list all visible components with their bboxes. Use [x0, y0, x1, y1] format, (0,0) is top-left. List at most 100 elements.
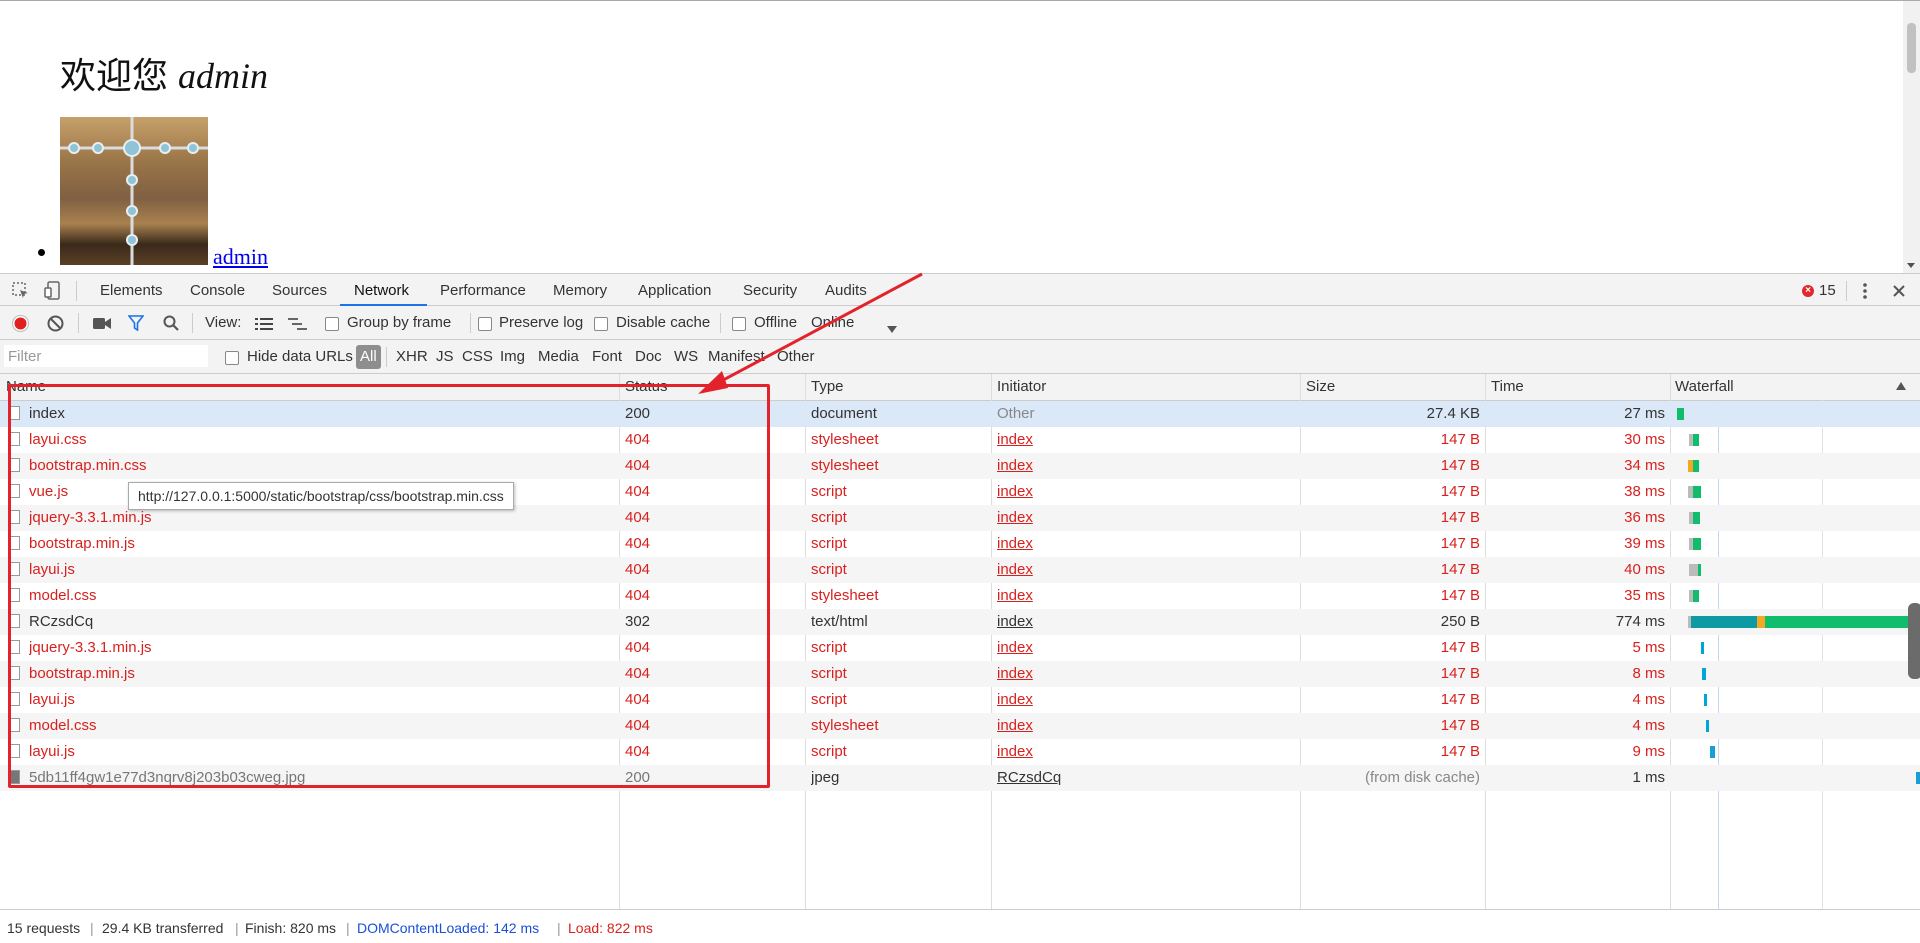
cell-size: 147 B [1440, 431, 1480, 448]
column-size-header[interactable]: Size [1306, 378, 1335, 395]
cell-size: 147 B [1440, 457, 1480, 474]
cell-initiator[interactable]: index [997, 743, 1287, 760]
cell-type: script [811, 691, 847, 708]
column-initiator-header[interactable]: Initiator [997, 378, 1046, 395]
filter-type-js[interactable]: JS [436, 348, 454, 365]
capture-screenshots-icon[interactable] [93, 317, 111, 334]
waterfall-bar [1757, 616, 1765, 628]
filter-input[interactable] [4, 345, 208, 367]
cell-size: 27.4 KB [1426, 405, 1480, 422]
annotation-arrow-icon [698, 272, 923, 394]
cell-time: 4 ms [1632, 717, 1665, 734]
cell-initiator[interactable]: index [997, 717, 1287, 734]
filter-funnel-icon[interactable] [127, 315, 145, 335]
waterfall-bar [1693, 590, 1699, 602]
waterfall-bar [1693, 434, 1699, 446]
cell-size: 147 B [1440, 639, 1480, 656]
waterfall-bar [1693, 460, 1699, 472]
record-icon[interactable] [12, 315, 29, 336]
filter-type-font[interactable]: Font [592, 348, 622, 365]
cell-time: 5 ms [1632, 639, 1665, 656]
cell-initiator[interactable]: index [997, 691, 1287, 708]
tab-console[interactable]: Console [190, 282, 245, 299]
cell-initiator[interactable]: index [997, 509, 1287, 526]
cell-initiator[interactable]: RCzsdCq [997, 769, 1287, 786]
close-icon[interactable] [1892, 284, 1906, 302]
group-by-frame-checkbox[interactable] [325, 317, 339, 331]
tab-memory[interactable]: Memory [553, 282, 607, 299]
waterfall-bar [1706, 720, 1709, 732]
device-toolbar-icon[interactable] [44, 281, 62, 305]
error-icon: × [1802, 284, 1814, 297]
cell-time: 38 ms [1624, 483, 1665, 500]
cell-initiator: Other [997, 405, 1035, 422]
error-counter[interactable]: × 15 [1802, 282, 1836, 299]
cell-initiator[interactable]: index [997, 483, 1287, 500]
status-transferred: 29.4 KB transferred [102, 920, 224, 936]
cell-time: 774 ms [1615, 613, 1665, 630]
filter-type-media[interactable]: Media [538, 348, 579, 365]
url-tooltip: http://127.0.0.1:5000/static/bootstrap/c… [128, 482, 514, 510]
cell-initiator[interactable]: index [997, 561, 1287, 578]
disable-cache-checkbox[interactable] [594, 317, 608, 331]
filter-type-xhr[interactable]: XHR [396, 348, 428, 365]
tab-sources[interactable]: Sources [272, 282, 327, 299]
waterfall-bar [1710, 746, 1715, 758]
clear-icon[interactable] [47, 315, 64, 336]
waterfall-bar [1677, 408, 1684, 420]
cell-type: script [811, 483, 847, 500]
cell-initiator[interactable]: index [997, 665, 1287, 682]
cell-type: stylesheet [811, 431, 879, 448]
cell-initiator[interactable]: index [997, 431, 1287, 448]
more-menu-icon[interactable] [1862, 282, 1868, 304]
preserve-log-checkbox[interactable] [478, 317, 492, 331]
cell-time: 4 ms [1632, 691, 1665, 708]
status-domcontentloaded: DOMContentLoaded: 142 ms [357, 920, 540, 936]
cell-initiator[interactable]: index [997, 535, 1287, 552]
page-scrollbar[interactable] [1903, 1, 1920, 273]
preserve-log-label: Preserve log [499, 314, 584, 331]
welcome-text: 欢迎您 [60, 56, 169, 96]
filter-type-css[interactable]: CSS [462, 348, 493, 365]
annotation-highlight-box [8, 384, 770, 788]
inspect-element-icon[interactable] [12, 282, 30, 304]
side-drag-handle[interactable] [1908, 603, 1920, 679]
cell-time: 30 ms [1624, 431, 1665, 448]
filter-type-all[interactable]: All [356, 345, 381, 369]
column-time-header[interactable]: Time [1491, 378, 1524, 395]
cell-size: 147 B [1440, 587, 1480, 604]
network-toolbar: View: Group by frame Preserve log Disabl… [0, 306, 1920, 340]
filter-type-img[interactable]: Img [500, 348, 525, 365]
cell-type: text/html [811, 613, 868, 630]
hide-data-urls-checkbox[interactable] [225, 351, 239, 365]
filter-type-doc[interactable]: Doc [635, 348, 662, 365]
cell-initiator[interactable]: index [997, 613, 1287, 630]
cell-type: stylesheet [811, 457, 879, 474]
view-label: View: [205, 314, 242, 331]
cell-initiator[interactable]: index [997, 457, 1287, 474]
tab-performance[interactable]: Performance [440, 282, 526, 299]
cell-initiator[interactable]: index [997, 639, 1287, 656]
waterfall-bar [1916, 772, 1920, 784]
cell-time: 40 ms [1624, 561, 1665, 578]
column-waterfall-header[interactable]: Waterfall [1675, 378, 1734, 395]
scroll-down-arrow-icon[interactable] [1907, 263, 1915, 268]
cell-size: 250 B [1440, 613, 1480, 630]
tab-network[interactable]: Network [354, 282, 409, 299]
admin-link[interactable]: admin [213, 244, 268, 270]
scrollbar-thumb[interactable] [1907, 23, 1916, 73]
cell-size: 147 B [1440, 691, 1480, 708]
large-rows-icon[interactable] [255, 317, 273, 334]
waterfall-bar [1765, 616, 1920, 628]
welcome-heading: 欢迎您 admin [60, 47, 268, 99]
avatar-image[interactable] [60, 117, 208, 265]
search-icon[interactable] [163, 315, 179, 335]
cell-initiator[interactable]: index [997, 587, 1287, 604]
waterfall-bar [1702, 668, 1706, 680]
cell-size: 147 B [1440, 717, 1480, 734]
tab-elements[interactable]: Elements [100, 282, 163, 299]
overview-icon[interactable] [288, 317, 308, 334]
status-requests: 15 requests [7, 920, 81, 936]
welcome-username: admin [178, 56, 269, 96]
cell-size: 147 B [1440, 743, 1480, 760]
